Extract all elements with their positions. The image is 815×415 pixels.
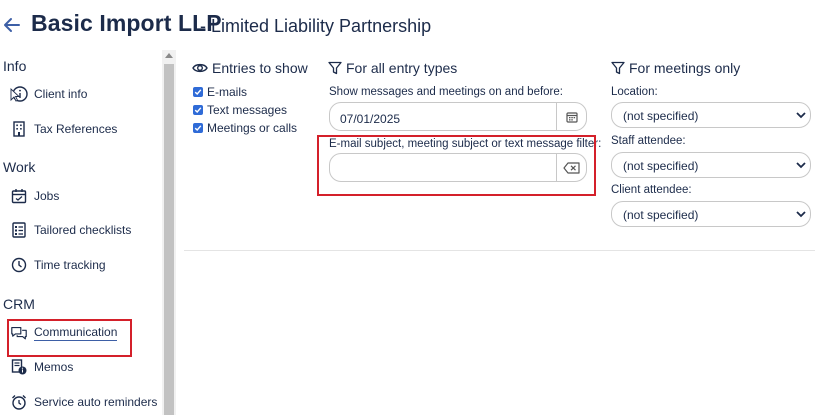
sidebar-item-label: Tax References	[34, 122, 118, 136]
alarm-clock-icon	[10, 393, 28, 411]
entries-to-show-heading: Entries to show	[192, 60, 308, 76]
sidebar-item-client-info[interactable]: Client info	[10, 83, 87, 105]
all-entry-types-heading: For all entry types	[328, 60, 457, 76]
client-attendee-select[interactable]: (not specified)	[611, 201, 811, 227]
info-circle-icon	[10, 85, 28, 103]
building-icon	[10, 120, 28, 138]
chevron-down-icon	[796, 211, 806, 218]
filter-icon	[328, 61, 342, 75]
chevron-down-icon	[796, 162, 806, 169]
meetings-only-heading: For meetings only	[611, 60, 740, 76]
sidebar-item-label: Tailored checklists	[34, 223, 132, 237]
checklist-icon	[10, 221, 28, 239]
staff-attendee-select[interactable]: (not specified)	[611, 152, 811, 178]
checkbox-checked-icon[interactable]	[193, 87, 203, 97]
highlight-box-filter	[317, 135, 596, 196]
checkbox-checked-icon[interactable]	[193, 123, 203, 133]
scroll-up-arrow-icon[interactable]	[165, 53, 173, 58]
content-divider	[184, 250, 815, 251]
back-arrow-icon[interactable]	[2, 12, 24, 38]
client-attendee-label: Client attendee:	[611, 184, 692, 196]
date-input[interactable]: 07/01/2025	[329, 102, 587, 131]
sidebar-scrollbar[interactable]	[162, 50, 176, 415]
sidebar: Info Client info Tax References Work Job…	[0, 50, 162, 415]
sidebar-item-time-tracking[interactable]: Time tracking	[10, 254, 106, 276]
calendar-picker-button[interactable]	[556, 103, 586, 130]
checkbox-emails[interactable]: E-mails	[193, 85, 247, 99]
date-field-label: Show messages and meetings on and before…	[329, 86, 563, 98]
sidebar-item-label: Client info	[34, 87, 88, 101]
highlight-box-communication	[7, 319, 132, 357]
sidebar-item-jobs[interactable]: Jobs	[10, 185, 59, 207]
calendar-icon	[10, 187, 28, 205]
sidebar-item-memos[interactable]: Memos	[10, 356, 73, 378]
sidebar-item-tailored-checklists[interactable]: Tailored checklists	[10, 219, 131, 241]
clock-icon	[10, 256, 28, 274]
sidebar-item-label: Jobs	[34, 189, 60, 203]
client-type-label: - Limited Liability Partnership	[200, 16, 432, 36]
sidebar-heading-crm: CRM	[3, 296, 35, 312]
filter-icon	[611, 61, 625, 75]
scroll-thumb[interactable]	[164, 64, 174, 415]
sidebar-item-label: Memos	[34, 360, 74, 374]
eye-icon	[192, 63, 208, 73]
location-label: Location:	[611, 86, 658, 98]
chevron-down-icon	[796, 112, 806, 119]
date-input-value: 07/01/2025	[340, 112, 401, 126]
page-title: Basic Import LLP	[31, 10, 222, 36]
checkbox-meetings-or-calls[interactable]: Meetings or calls	[193, 121, 297, 135]
sidebar-item-label: Time tracking	[34, 258, 106, 272]
sidebar-item-service-auto-reminders[interactable]: Service auto reminders	[10, 391, 157, 413]
sidebar-item-label: Service auto reminders	[34, 395, 158, 409]
sidebar-item-tax-references[interactable]: Tax References	[10, 118, 117, 140]
checkbox-checked-icon[interactable]	[193, 105, 203, 115]
staff-attendee-label: Staff attendee:	[611, 135, 686, 147]
sidebar-heading-work: Work	[3, 159, 36, 175]
checkbox-text-messages[interactable]: Text messages	[193, 103, 287, 117]
memo-info-icon	[10, 358, 28, 376]
calendar-icon	[565, 111, 578, 123]
location-select[interactable]: (not specified)	[611, 102, 811, 128]
sidebar-heading-info: Info	[3, 58, 27, 74]
